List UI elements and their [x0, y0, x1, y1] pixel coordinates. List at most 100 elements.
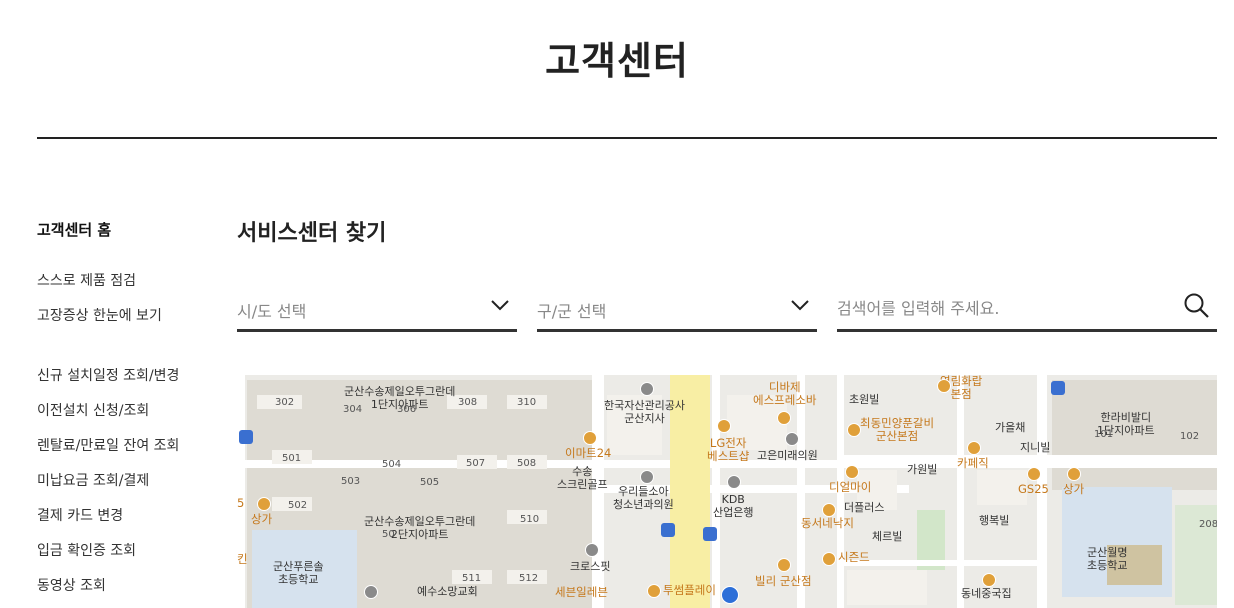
map-label: 5 [237, 496, 245, 510]
sidebar-item-rental-fee[interactable]: 렌탈료/만료일 잔여 조회 [37, 435, 179, 455]
bus-stop-icon[interactable] [239, 430, 253, 444]
district-select-label: 구/군 선택 [537, 302, 607, 321]
building-number: 503 [341, 476, 361, 487]
search-input[interactable] [837, 294, 1167, 322]
building-number: 512 [519, 573, 539, 584]
sidebar-item-unpaid[interactable]: 미납요금 조회/결제 [37, 470, 149, 490]
building-number: 511 [462, 573, 482, 584]
map-label: 상가 [1063, 482, 1085, 496]
chevron-down-icon [789, 294, 811, 320]
building-number: 510 [520, 514, 540, 525]
map-label: 세븐일레븐 [555, 585, 608, 599]
sidebar-item-videos[interactable]: 동영상 조회 [37, 575, 106, 595]
sidebar-item-self-check[interactable]: 스스로 제품 점검 [37, 270, 136, 290]
store-pin-icon[interactable] [1067, 467, 1081, 481]
restaurant-pin-icon[interactable] [822, 552, 836, 566]
cafe-pin-icon[interactable] [967, 441, 981, 455]
cafe-pin-icon[interactable] [777, 411, 791, 425]
map-label: 한국자산관리공사 군산지사 [604, 399, 685, 425]
map-label: 상가 [251, 512, 273, 526]
map-label: 카페직 [957, 456, 989, 470]
church-pin-icon[interactable] [364, 585, 378, 599]
building-number: 101 [1094, 429, 1114, 440]
map-label: 시즌드 [838, 550, 870, 564]
map-label: 크로스핏 [570, 560, 611, 573]
sidebar-item-install-schedule[interactable]: 신규 설치일정 조회/변경 [37, 365, 179, 385]
map-label: 행복빌 [979, 514, 1010, 527]
cafe-pin-icon[interactable] [777, 558, 791, 572]
store-pin-icon[interactable] [1027, 467, 1041, 481]
building-number: 304 [343, 404, 363, 415]
sidebar-item-home[interactable]: 고객센터 홈 [37, 219, 111, 240]
cafe-pin-icon[interactable] [647, 584, 661, 598]
building-number: 50 [382, 529, 395, 540]
map-label: 디바제 에스프레소바 [753, 380, 817, 407]
store-pin-icon[interactable] [257, 497, 271, 511]
map-label: 디얼마이 [829, 480, 872, 494]
sidebar-item-relocation[interactable]: 이전설치 신청/조회 [37, 400, 149, 420]
map-label: 지니빌 [1020, 441, 1051, 454]
map-label: 이마트24 [565, 446, 612, 460]
map-label: 최동민양푼갈비 군산본점 [860, 416, 935, 443]
building-number: 505 [420, 477, 440, 488]
store-pin-icon[interactable] [583, 431, 597, 445]
map-label: 수송 스크린골프 [557, 465, 608, 491]
restaurant-pin-icon[interactable] [847, 423, 861, 437]
restaurant-pin-icon[interactable] [982, 573, 996, 587]
bank-pin-icon[interactable] [727, 475, 741, 489]
building-number: 501 [282, 453, 302, 464]
district-select[interactable]: 구/군 선택 [537, 288, 817, 332]
gym-pin-icon[interactable] [585, 543, 599, 557]
bus-stop-icon[interactable] [703, 527, 717, 541]
sidebar-item-symptoms[interactable]: 고장증상 한눈에 보기 [37, 305, 162, 325]
map-label: 빌리 군산점 [755, 574, 812, 588]
sidebar-item-receipt[interactable]: 입금 확인증 조회 [37, 540, 136, 560]
building-number: 302 [275, 397, 295, 408]
search-field [837, 288, 1217, 332]
map-label: KDB 산업은행 [713, 493, 754, 519]
map-label: 군산수송제일오투그란데 2단지아파트 [364, 515, 476, 541]
restaurant-pin-icon[interactable] [845, 465, 859, 479]
map-label: 우리들소아 청소년과의원 [613, 485, 674, 511]
page-title: 고객센터 [545, 39, 689, 83]
bus-stop-icon[interactable] [1051, 381, 1065, 395]
map-label: 더플러스 [844, 501, 885, 514]
building-number: 208 [1199, 519, 1217, 530]
chevron-down-icon [489, 294, 511, 320]
section-title: 서비스센터 찾기 [237, 221, 387, 246]
building-number: 502 [288, 500, 308, 511]
map-label: 가을채 [995, 421, 1026, 434]
building-number: 102 [1180, 431, 1200, 442]
bus-stop-icon[interactable] [661, 523, 675, 537]
location-marker-icon[interactable] [721, 586, 739, 604]
service-center-map[interactable]: 군산수송제일오투그란데 1단지아파트 군산수송제일오투그란데 2단지아파트 한국자산… [237, 375, 1217, 608]
restaurant-pin-icon[interactable] [937, 379, 951, 393]
sidebar-item-card-change[interactable]: 결제 카드 변경 [37, 505, 123, 525]
building-number: 308 [458, 397, 478, 408]
map-label: 투썸플레이 [663, 583, 716, 597]
store-pin-icon[interactable] [717, 419, 731, 433]
hospital-pin-icon[interactable] [785, 432, 799, 446]
map-label: 동네중국집 [961, 587, 1012, 600]
map-label: 킨 [237, 552, 248, 566]
building-number: 306 [397, 404, 417, 415]
map-label: 고은미래의원 [757, 449, 818, 462]
hospital-pin-icon[interactable] [640, 470, 654, 484]
map-label: 군산월명 초등학교 [1087, 546, 1128, 572]
map-label: 가원빌 [907, 463, 938, 476]
building-number: 508 [517, 458, 537, 469]
map-label: 동서네낙지 [801, 516, 854, 530]
city-select-label: 시/도 선택 [237, 302, 307, 321]
city-select[interactable]: 시/도 선택 [237, 288, 517, 332]
map-label: 군산푸른솔 초등학교 [273, 560, 324, 586]
building-number: 310 [517, 397, 537, 408]
building-number: 504 [382, 459, 402, 470]
search-icon[interactable] [1183, 292, 1211, 324]
map-label: 체르빌 [872, 530, 903, 543]
office-pin-icon[interactable] [640, 382, 654, 396]
map-label: 예수소망교회 [417, 585, 478, 598]
building-number: 507 [466, 458, 486, 469]
map-label: 초원빌 [849, 393, 880, 406]
restaurant-pin-icon[interactable] [822, 503, 836, 517]
map-label: GS25 [1018, 482, 1049, 496]
